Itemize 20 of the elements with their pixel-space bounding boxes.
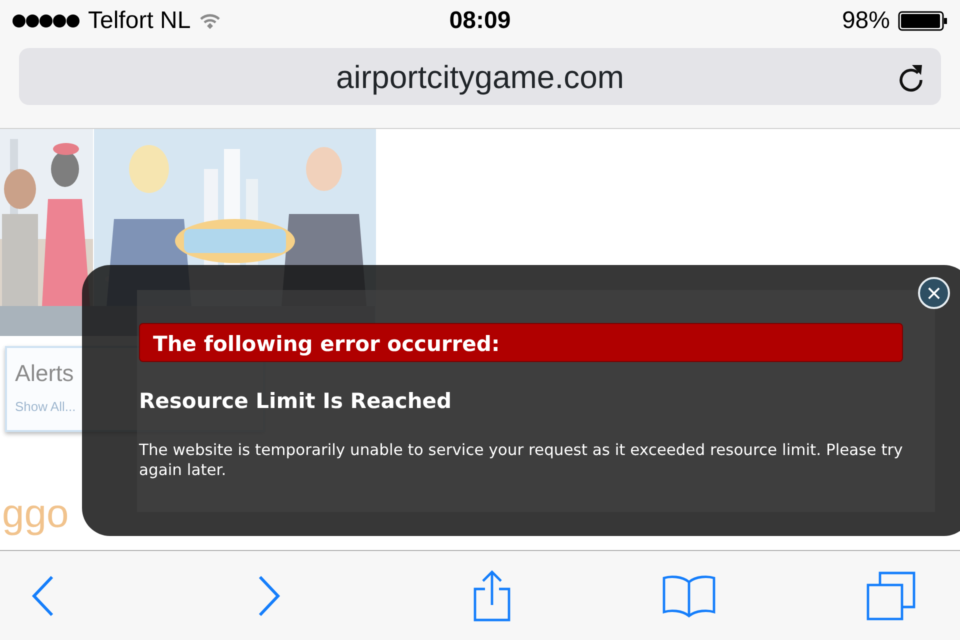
reload-icon[interactable]: [897, 62, 925, 92]
back-button[interactable]: [30, 574, 56, 618]
battery-percentage: 98%: [842, 6, 890, 36]
tabs-button[interactable]: [866, 570, 916, 620]
address-bar[interactable]: airportcitygame.com: [19, 48, 941, 105]
signal-icon: [12, 14, 80, 28]
clock: 08:09: [449, 6, 511, 36]
bookmarks-button[interactable]: [662, 574, 716, 618]
carrier-name: Telfort NL: [88, 6, 191, 36]
popup-title: Alerts: [14, 359, 75, 388]
error-banner: The following error occurred:: [139, 323, 903, 362]
battery-icon: [898, 11, 948, 31]
error-message: The website is temporarily unable to service your request as it exceeded resource limit. Please try again later.: [139, 440, 904, 480]
logo-text: ggo: [2, 491, 69, 537]
wifi-icon: [198, 12, 221, 30]
forward-button[interactable]: [256, 574, 282, 618]
error-heading: Resource Limit Is Reached: [139, 388, 453, 415]
close-button[interactable]: ×: [918, 277, 950, 309]
share-button[interactable]: [472, 570, 512, 622]
url-text: airportcitygame.com: [336, 58, 624, 97]
